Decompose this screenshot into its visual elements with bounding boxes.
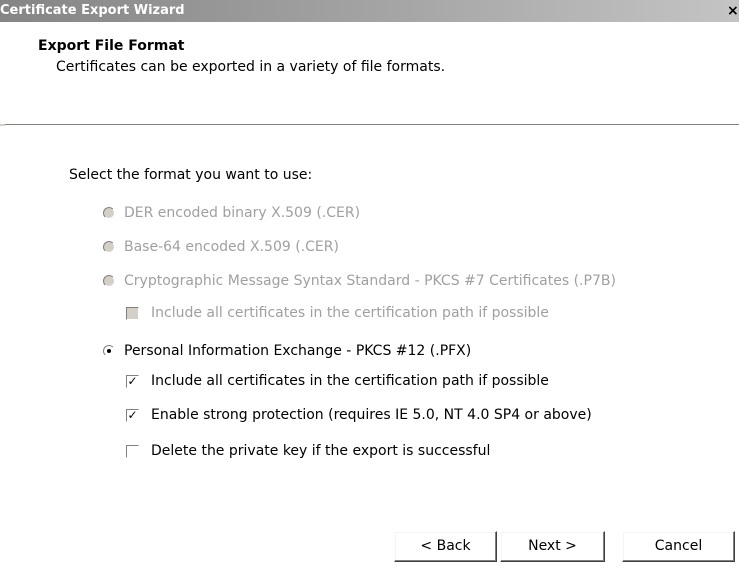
radio-button-selected-icon bbox=[103, 345, 115, 357]
radio-pkcs12-pfx-label: Personal Information Exchange - PKCS #12… bbox=[124, 343, 472, 359]
format-prompt: Select the format you want to use: bbox=[69, 167, 313, 183]
checkbox-p7b-include-all-certs-label: Include all certificates in the certific… bbox=[151, 305, 549, 321]
checkbox-enable-strong-protection[interactable]: ✓ Enable strong protection (requires IE … bbox=[126, 407, 592, 423]
radio-base64-cer[interactable]: Base-64 encoded X.509 (.CER) bbox=[103, 239, 339, 255]
window-title: Certificate Export Wizard bbox=[0, 3, 185, 18]
checkbox-icon bbox=[126, 444, 139, 458]
radio-pkcs7-p7b[interactable]: Cryptographic Message Syntax Standard - … bbox=[103, 273, 616, 289]
radio-der-cer-label: DER encoded binary X.509 (.CER) bbox=[124, 205, 361, 221]
checkbox-enable-strong-protection-label: Enable strong protection (requires IE 5.… bbox=[151, 407, 592, 423]
checkbox-pfx-include-all-certs[interactable]: ✓ Include all certificates in the certif… bbox=[126, 373, 549, 389]
checkbox-checked-icon: ✓ bbox=[126, 407, 139, 422]
certificate-export-wizard-window: Certificate Export Wizard × Export File … bbox=[0, 0, 739, 573]
radio-pkcs7-p7b-label: Cryptographic Message Syntax Standard - … bbox=[124, 273, 616, 289]
checkbox-delete-private-key[interactable]: Delete the private key if the export is … bbox=[126, 443, 490, 459]
next-button[interactable]: Next > bbox=[500, 531, 605, 562]
back-button[interactable]: < Back bbox=[394, 531, 497, 562]
title-bar[interactable]: Certificate Export Wizard × bbox=[0, 0, 739, 22]
checkbox-p7b-include-all-certs[interactable]: Include all certificates in the certific… bbox=[126, 305, 549, 321]
close-icon[interactable]: × bbox=[727, 2, 739, 20]
checkbox-delete-private-key-label: Delete the private key if the export is … bbox=[151, 443, 491, 459]
checkbox-checked-icon: ✓ bbox=[126, 373, 139, 388]
radio-der-cer[interactable]: DER encoded binary X.509 (.CER) bbox=[103, 205, 360, 221]
radio-button-icon bbox=[103, 207, 115, 219]
radio-button-icon bbox=[103, 241, 115, 253]
page-subtitle: Certificates can be exported in a variet… bbox=[56, 59, 446, 75]
page-title: Export File Format bbox=[38, 38, 185, 54]
checkbox-pfx-include-all-certs-label: Include all certificates in the certific… bbox=[151, 373, 549, 389]
radio-pkcs12-pfx[interactable]: Personal Information Exchange - PKCS #12… bbox=[103, 343, 471, 359]
checkbox-icon bbox=[126, 306, 139, 320]
radio-base64-cer-label: Base-64 encoded X.509 (.CER) bbox=[124, 239, 339, 255]
radio-button-icon bbox=[103, 275, 115, 287]
cancel-button[interactable]: Cancel bbox=[622, 531, 735, 562]
